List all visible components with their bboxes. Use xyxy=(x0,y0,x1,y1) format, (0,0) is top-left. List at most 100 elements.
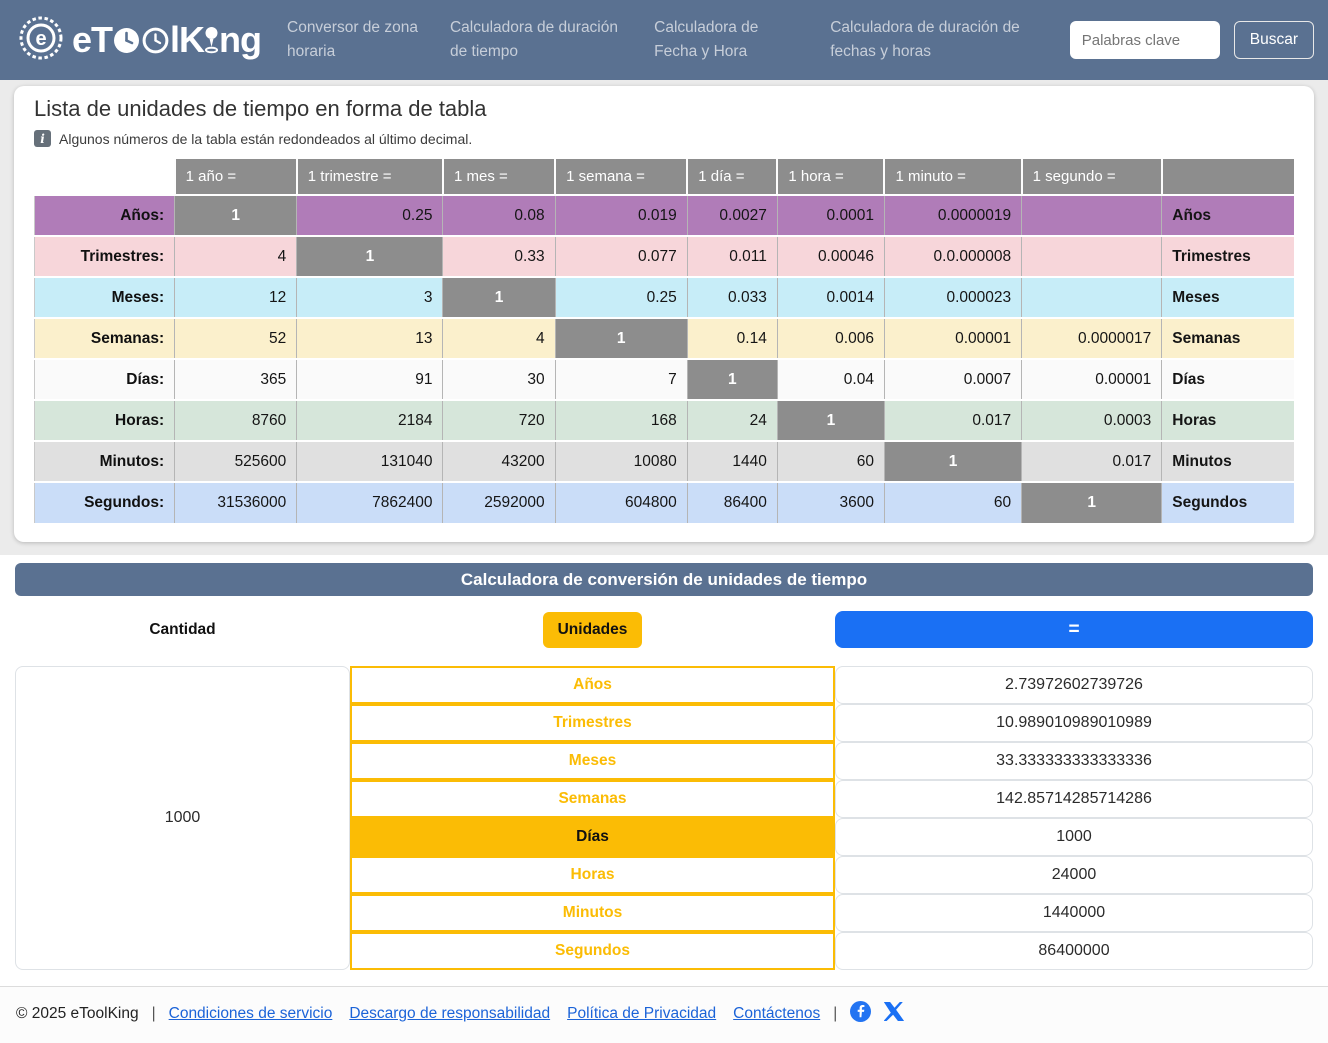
col-header-empty xyxy=(1160,159,1294,195)
unit-button-semanas[interactable]: Semanas xyxy=(350,779,835,818)
row-label: Minutos: xyxy=(33,440,175,483)
footer-link-3[interactable]: Política de Privacidad xyxy=(567,1005,716,1023)
value-cell: 3 xyxy=(296,276,443,319)
table-row: Horas: 8760 2184 720 168 24 1 0.017 0.0003 Horas xyxy=(33,399,1294,442)
table-note-row: i Algunos números de la tabla están redo… xyxy=(34,130,1294,147)
result-cell: 142.85714285714286 xyxy=(835,779,1313,818)
calculator-controls: Cantidad Unidades = xyxy=(15,608,1313,652)
search-box: Buscar xyxy=(1069,21,1314,59)
row-end-label: Trimestres xyxy=(1161,235,1294,278)
value-cell: 2184 xyxy=(296,399,443,442)
row-label: Semanas: xyxy=(33,317,175,360)
value-cell: 0.0027 xyxy=(686,194,778,237)
svg-text:e: e xyxy=(35,28,46,50)
result-list: 2.73972602739726 10.989010989010989 33.333… xyxy=(835,665,1313,970)
row-label: Meses: xyxy=(33,276,175,319)
table-row: Minutos: 525600 131040 43200 10080 1440 60 1 0.0… xyxy=(33,440,1294,483)
diagonal-cell: 1 xyxy=(1021,481,1162,524)
row-label: Días: xyxy=(33,358,175,401)
value-cell: 0.0000017 xyxy=(1021,317,1162,360)
col-header: 1 año = xyxy=(173,159,297,195)
footer-link-1[interactable]: Condiciones de servicio xyxy=(169,1005,333,1023)
value-cell: 31536000 xyxy=(174,481,297,524)
row-end-label: Semanas xyxy=(1161,317,1294,360)
value-cell xyxy=(1021,194,1162,237)
result-cell: 2.73972602739726 xyxy=(835,665,1313,704)
unit-button-horas[interactable]: Horas xyxy=(350,855,835,894)
value-cell: 0.0007 xyxy=(883,358,1022,401)
pin-icon xyxy=(205,27,219,54)
value-cell: 0.04 xyxy=(776,358,885,401)
nav-item-2[interactable]: Calculadora de duración de tiempo xyxy=(450,16,624,64)
unit-button-años[interactable]: Años xyxy=(350,665,835,704)
value-cell: 0.011 xyxy=(686,235,778,278)
clock-outline-icon xyxy=(142,27,169,53)
value-cell: 12 xyxy=(174,276,297,319)
row-label: Segundos: xyxy=(33,481,175,524)
col-header: 1 día = xyxy=(686,159,778,195)
units-button[interactable]: Unidades xyxy=(542,611,643,648)
top-header: e eT lK ng Conversor de zona horaria Cal… xyxy=(0,0,1328,80)
value-cell: 0.08 xyxy=(442,194,556,237)
clock-filled-icon xyxy=(114,27,140,53)
brand-logo[interactable]: e eT lK ng xyxy=(18,15,262,65)
value-cell: 0.077 xyxy=(554,235,688,278)
col-header: 1 mes = xyxy=(441,159,556,195)
table-note: Algunos números de la tabla están redond… xyxy=(59,130,473,147)
value-cell: 52 xyxy=(174,317,297,360)
amount-label: Cantidad xyxy=(149,620,216,638)
result-cell: 86400000 xyxy=(835,931,1313,970)
row-end-label: Horas xyxy=(1161,399,1294,442)
row-end-label: Meses xyxy=(1161,276,1294,319)
footer-separator: | xyxy=(833,1004,838,1022)
value-cell: 0.019 xyxy=(554,194,688,237)
value-cell: 0.0001 xyxy=(776,194,885,237)
table-row: Segundos: 31536000 7862400 2592000 604800 864… xyxy=(33,481,1294,524)
footer: © 2025 eToolKing | Condiciones de servic… xyxy=(0,985,1328,1043)
value-cell: 0.00001 xyxy=(1021,358,1162,401)
unit-button-minutos[interactable]: Minutos xyxy=(350,893,835,932)
calculator-title: Calculadora de conversión de unidades de… xyxy=(15,562,1313,596)
search-input[interactable] xyxy=(1069,21,1220,59)
diagonal-cell: 1 xyxy=(442,276,556,319)
value-cell: 0.00046 xyxy=(776,235,885,278)
row-end-label: Años xyxy=(1161,194,1294,237)
value-cell xyxy=(1021,276,1162,319)
unit-button-segundos[interactable]: Segundos xyxy=(350,931,835,970)
value-cell: 10080 xyxy=(554,440,688,483)
x-twitter-icon[interactable] xyxy=(883,1001,905,1026)
search-button[interactable]: Buscar xyxy=(1233,21,1314,59)
value-cell: 4 xyxy=(442,317,556,360)
diagonal-cell: 1 xyxy=(174,194,297,237)
calculator-section: Calculadora de conversión de unidades de… xyxy=(0,555,1328,970)
facebook-icon[interactable] xyxy=(850,1000,872,1027)
equals-button[interactable]: = xyxy=(835,611,1313,648)
value-cell: 525600 xyxy=(174,440,297,483)
col-header-empty xyxy=(35,159,175,195)
nav-item-3[interactable]: Calculadora de Fecha y Hora xyxy=(654,16,800,64)
page-title: Lista de unidades de tiempo en forma de … xyxy=(34,96,487,121)
nav-item-1[interactable]: Conversor de zona horaria xyxy=(287,16,420,64)
diagonal-cell: 1 xyxy=(686,358,778,401)
social-icons xyxy=(850,1000,905,1027)
amount-value[interactable]: 1000 xyxy=(15,665,350,970)
value-cell: 24 xyxy=(686,399,778,442)
table-row: Años: 1 0.25 0.08 0.019 0.0027 0.0001 0.0000019… xyxy=(33,194,1294,237)
unit-button-meses[interactable]: Meses xyxy=(350,741,835,780)
row-end-label: Minutos xyxy=(1161,440,1294,483)
footer-link-4[interactable]: Contáctenos xyxy=(733,1005,820,1023)
table-card: Lista de unidades de tiempo en forma de … xyxy=(14,86,1314,542)
table-row: Trimestres: 4 1 0.33 0.077 0.011 0.00046 0.0.00… xyxy=(33,235,1294,278)
col-header: 1 segundo = xyxy=(1020,159,1162,195)
value-cell: 91 xyxy=(296,358,443,401)
unit-button-trimestres[interactable]: Trimestres xyxy=(350,703,835,742)
result-cell: 1000 xyxy=(835,817,1313,856)
value-cell: 168 xyxy=(554,399,688,442)
table-header-row: 1 año = 1 trimestre = 1 mes = 1 semana = 1 d… xyxy=(35,159,1294,195)
row-end-label: Días xyxy=(1161,358,1294,401)
unit-button-días[interactable]: Días xyxy=(350,817,835,856)
value-cell: 30 xyxy=(442,358,556,401)
nav-item-4[interactable]: Calculadora de duración de fechas y hora… xyxy=(830,16,1044,64)
value-cell: 0.0000019 xyxy=(883,194,1022,237)
footer-link-2[interactable]: Descargo de responsabilidad xyxy=(349,1005,550,1023)
